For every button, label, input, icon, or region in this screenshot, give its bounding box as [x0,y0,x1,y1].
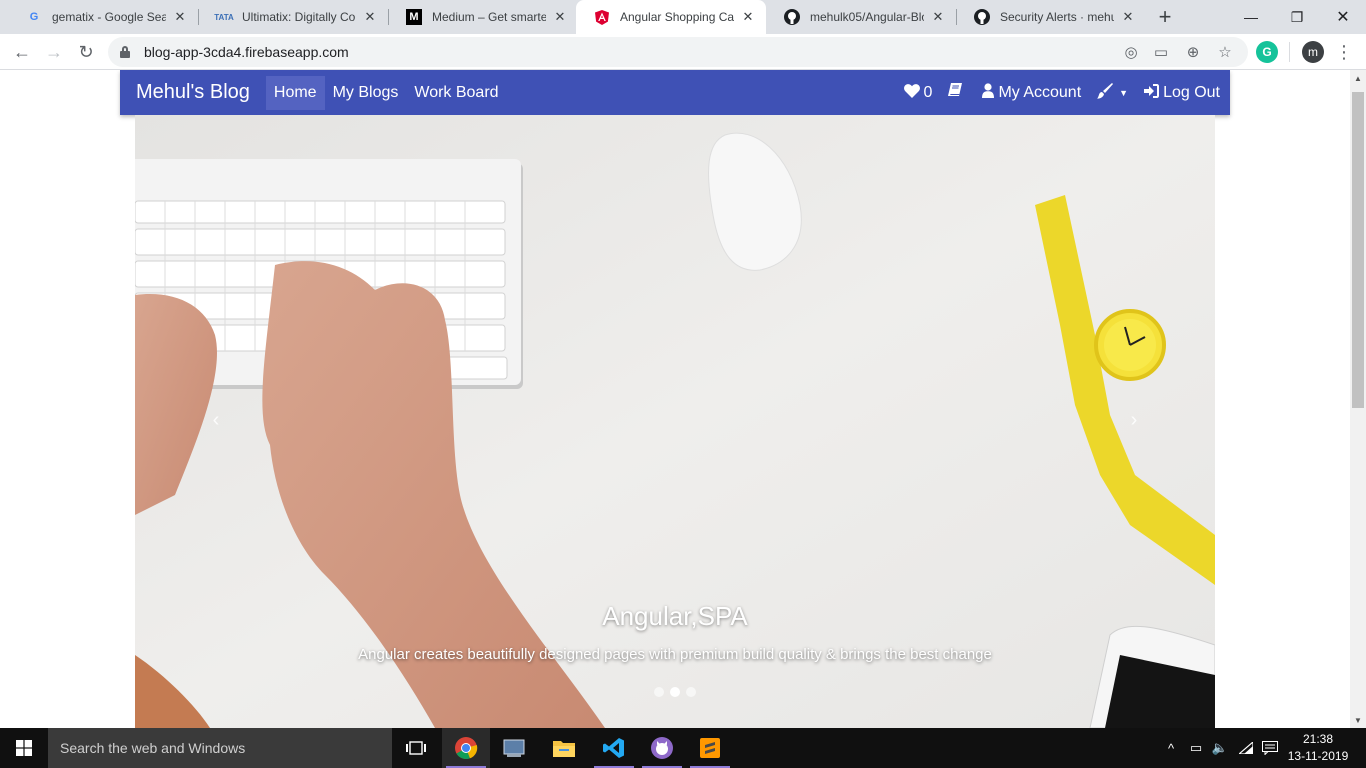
caret-down-icon: ▼ [1119,87,1129,98]
taskbar-github-desktop[interactable] [638,728,686,768]
nav-link-work-board[interactable]: Work Board [406,76,506,110]
book-icon [948,83,963,102]
scroll-up-icon[interactable]: ▲ [1350,70,1366,86]
close-tab-icon[interactable]: ✕ [740,9,756,25]
close-tab-icon[interactable]: ✕ [930,9,946,25]
browser-tab-ultimatix[interactable]: TATA Ultimatix: Digitally Connected ✕ [198,0,388,34]
theme-dropdown[interactable]: ▼ [1097,82,1129,103]
start-button[interactable] [0,728,48,768]
volume-icon[interactable]: 🔈 [1210,728,1230,768]
close-window-button[interactable]: ✕ [1320,0,1366,34]
taskbar-sublime-text[interactable] [686,728,734,768]
browser-tab-google[interactable]: G gematix - Google Search ✕ [8,0,198,34]
browser-menu-icon[interactable]: ⋮ [1330,38,1358,66]
sublime-text-icon [700,738,720,758]
scroll-down-icon[interactable]: ▼ [1350,712,1366,728]
favorites-link[interactable]: 0 [903,83,933,102]
heart-icon [903,83,920,102]
taskbar-app[interactable] [490,728,538,768]
wifi-icon[interactable] [1236,728,1256,768]
action-center-icon[interactable] [1260,728,1280,768]
tab-strip: G gematix - Google Search ✕ TATA Ultimat… [0,0,1366,34]
lock-icon [120,46,130,58]
minimize-button[interactable]: — [1228,0,1274,34]
show-hidden-icons-button[interactable]: ^ [1162,728,1180,768]
taskbar-chrome[interactable] [442,728,490,768]
clock-date: 13-11-2019 [1287,749,1349,763]
install-icon[interactable]: ⊕ [1184,43,1202,61]
carousel-caption-title: Angular,SPA [602,601,748,631]
carousel-prev-button[interactable]: ‹ [201,405,231,435]
carousel-indicators [135,687,1215,697]
carousel-indicator-active[interactable] [670,687,680,697]
taskbar-vscode[interactable] [590,728,638,768]
windows-logo-icon [16,740,32,756]
browser-tab-github-repo[interactable]: mehulk05/Angular-Blog ✕ [766,0,956,34]
reload-button[interactable]: ↻ [72,38,100,66]
browser-toolbar: ← → ↻ blog-app-3cda4.firebaseapp.com ◎ ▭… [0,34,1366,70]
hero-carousel: ‹ › Angular,SPA Angular creates beautifu… [135,115,1215,728]
taskbar-clock[interactable]: 21:38 13-11-2019 [1286,731,1350,765]
favorites-count: 0 [923,83,933,101]
chrome-icon [455,737,478,760]
user-icon [982,83,995,102]
taskbar-file-explorer[interactable] [540,728,588,768]
book-link[interactable] [948,83,966,102]
carousel-slide-image [135,115,1215,728]
carousel-indicator[interactable] [654,687,664,697]
nav-link-home[interactable]: Home [265,75,325,110]
address-bar[interactable]: blog-app-3cda4.firebaseapp.com ◎ ▭ ⊕ ☆ [108,37,1248,67]
my-account-link[interactable]: My Account [982,83,1081,102]
log-out-link[interactable]: Log Out [1144,83,1220,102]
page-viewport: Mehul's Blog Home My Blogs Work Board 0 … [0,70,1350,728]
github-desktop-icon [651,737,673,759]
battery-icon[interactable]: ▭ [1186,728,1206,768]
location-icon[interactable]: ◎ [1122,43,1140,61]
bookmark-star-icon[interactable]: ☆ [1216,43,1234,61]
carousel-next-button[interactable]: › [1119,405,1149,435]
grammarly-extension-icon[interactable]: G [1256,41,1278,63]
cast-icon[interactable]: ▭ [1152,43,1170,61]
scrollbar-thumb[interactable] [1352,92,1364,408]
sign-in-icon [1144,83,1160,102]
github-icon [784,9,800,25]
task-view-button[interactable] [392,728,440,768]
angular-icon [594,9,610,25]
browser-tab-medium[interactable]: M Medium – Get smarter about what matter… [388,0,578,34]
profile-avatar[interactable]: m [1302,41,1324,63]
back-button[interactable]: ← [8,38,36,66]
clock-time: 21:38 [1302,732,1334,746]
windows-taskbar: Search the web and Windows ^ ▭ 🔈 21:38 1… [0,728,1366,768]
system-settings-icon [503,739,525,757]
new-tab-button[interactable]: + [1152,4,1178,30]
nav-link-my-blogs[interactable]: My Blogs [325,76,407,110]
taskbar-search-box[interactable]: Search the web and Windows [48,728,392,768]
restore-button[interactable]: ❐ [1274,0,1320,34]
page-scrollbar[interactable]: ▲ ▼ [1350,70,1366,728]
vscode-icon [603,738,624,758]
google-icon: G [29,11,39,23]
forward-button[interactable]: → [40,38,68,66]
close-tab-icon[interactable]: ✕ [552,9,568,25]
close-tab-icon[interactable]: ✕ [1120,9,1136,25]
browser-tab-angular-shopping-cart[interactable]: Angular Shopping Cart ✕ [576,0,766,34]
url-text: blog-app-3cda4.firebaseapp.com [144,44,349,60]
github-icon [974,9,990,25]
site-navbar: Mehul's Blog Home My Blogs Work Board 0 … [120,70,1230,115]
carousel-caption-text: Angular creates beautifully designed pag… [358,646,992,663]
task-view-icon [406,741,426,755]
brand-link[interactable]: Mehul's Blog [120,81,266,104]
folder-icon [553,741,575,757]
close-tab-icon[interactable]: ✕ [362,9,378,25]
medium-icon: M [406,9,422,25]
paint-brush-icon [1097,82,1114,103]
tata-icon: TATA [214,12,234,22]
close-tab-icon[interactable]: ✕ [172,9,188,25]
browser-tab-security-alerts[interactable]: Security Alerts · mehulk05 ✕ [956,0,1146,34]
carousel-indicator[interactable] [686,687,696,697]
